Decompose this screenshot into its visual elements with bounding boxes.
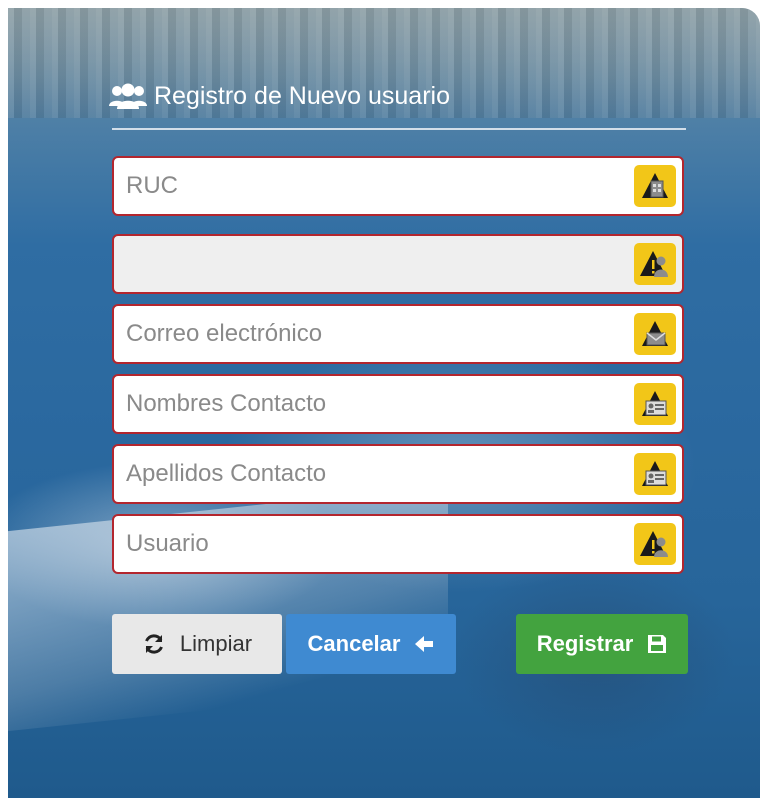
ruc-field — [112, 156, 684, 216]
title-divider — [112, 128, 686, 130]
company-name-input — [114, 236, 634, 292]
contact-last-name-field — [112, 444, 684, 504]
form-title: Registro de Nuevo usuario — [154, 81, 450, 110]
contact-last-name-input[interactable] — [114, 446, 634, 502]
contact-first-name-field — [112, 374, 684, 434]
cancel-button[interactable]: Cancelar — [286, 614, 456, 674]
arrow-left-icon — [415, 636, 434, 652]
users-icon — [109, 83, 147, 109]
username-field — [112, 514, 684, 574]
cancel-button-label: Cancelar — [307, 631, 401, 656]
ruc-input[interactable] — [114, 158, 634, 214]
user-alert-icon — [634, 243, 676, 285]
id-card-alert-icon — [634, 383, 676, 425]
email-field — [112, 304, 684, 364]
user-alert-icon — [634, 523, 676, 565]
refresh-icon — [145, 634, 163, 654]
contact-first-name-input[interactable] — [114, 376, 634, 432]
building-alert-icon — [634, 165, 676, 207]
envelope-alert-icon — [634, 313, 676, 355]
company-name-field — [112, 234, 684, 294]
register-button[interactable]: Registrar — [516, 614, 688, 674]
form-title-row: Registro de Nuevo usuario — [108, 76, 688, 116]
register-button-label: Registrar — [536, 631, 634, 656]
clear-button[interactable]: Limpiar — [112, 614, 282, 674]
clear-button-label: Limpiar — [179, 631, 253, 656]
save-icon — [648, 635, 667, 653]
username-input[interactable] — [114, 516, 634, 572]
id-card-alert-icon — [634, 453, 676, 495]
email-input[interactable] — [114, 306, 634, 362]
